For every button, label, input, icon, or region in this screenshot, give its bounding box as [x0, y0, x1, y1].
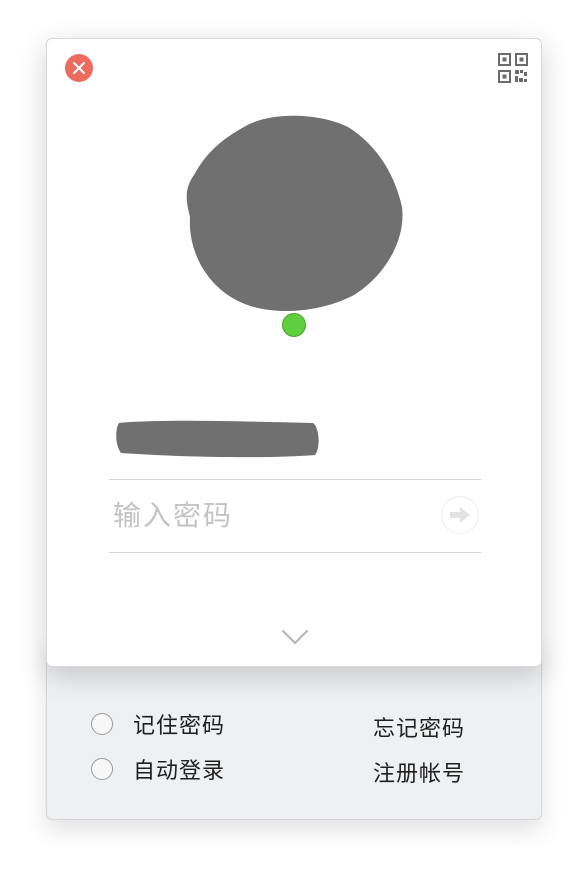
close-icon: [73, 62, 85, 74]
password-input[interactable]: [109, 480, 433, 550]
remember-password-option[interactable]: 记住密码: [91, 709, 225, 739]
auto-login-label[interactable]: 自动登录: [133, 753, 225, 785]
remember-password-label[interactable]: 记住密码: [133, 708, 225, 740]
avatar: [186, 115, 403, 312]
arrow-right-icon: [450, 507, 470, 523]
close-button[interactable]: [65, 54, 93, 82]
login-submit-button[interactable]: [441, 496, 479, 534]
online-status-indicator: [282, 313, 306, 337]
login-window: 记住密码 自动登录 忘记密码 注册帐号: [0, 0, 588, 874]
chevron-down-icon: [282, 630, 308, 644]
forgot-password-link[interactable]: 忘记密码: [373, 711, 465, 743]
options-panel: 记住密码 自动登录 忘记密码 注册帐号: [46, 640, 542, 820]
password-field-container: [109, 479, 481, 553]
remember-password-radio[interactable]: [91, 713, 113, 735]
qr-code-icon: [498, 53, 528, 83]
register-account-link[interactable]: 注册帐号: [373, 756, 465, 788]
expand-options-button[interactable]: [279, 627, 311, 647]
login-card: [46, 38, 542, 667]
username-redacted: [116, 420, 319, 458]
auto-login-radio[interactable]: [91, 758, 113, 780]
auto-login-option[interactable]: 自动登录: [91, 754, 225, 784]
qr-code-login-button[interactable]: [498, 53, 528, 83]
